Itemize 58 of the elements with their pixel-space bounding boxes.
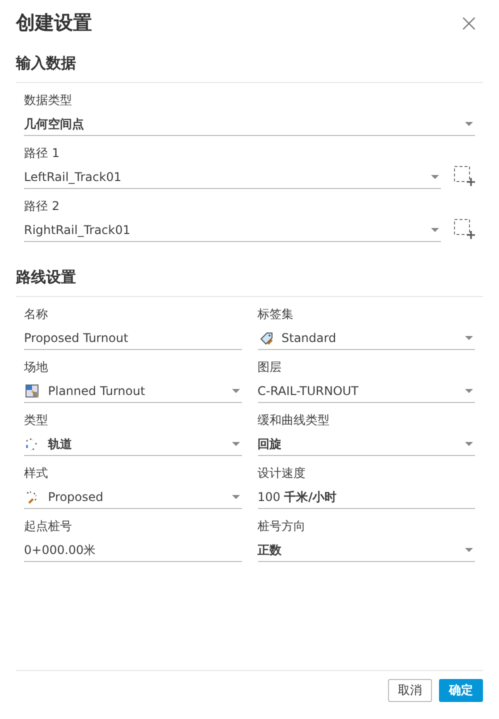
dropdown-field[interactable]: 回旋 (258, 433, 475, 456)
site-map-icon (24, 383, 40, 399)
section-title: 路线设置 (16, 260, 483, 297)
dropdown-field[interactable]: LeftRail_Track01 (24, 166, 441, 189)
field-value: C-RAIL-TURNOUT (258, 384, 360, 398)
caret-icon (465, 122, 473, 126)
field-value: 0+000.00米 (24, 542, 97, 558)
field-label: 场地 (24, 359, 49, 376)
field-label: 数据类型 (24, 92, 73, 109)
caret-icon (465, 548, 473, 552)
field-value: 正数 (258, 542, 282, 558)
field-value: Proposed Turnout (24, 331, 130, 345)
dropdown-field[interactable]: Proposed (24, 486, 242, 509)
select-object-icon[interactable] (453, 165, 475, 187)
field-label: 设计速度 (258, 465, 306, 482)
caret-icon (431, 175, 439, 179)
field-label: 起点桩号 (24, 518, 73, 535)
field-value: Planned Turnout (48, 384, 146, 398)
tag-icon (258, 330, 274, 346)
field-label: 桩号方向 (258, 518, 306, 535)
dialog-title: 创建设置 (16, 11, 92, 36)
caret-icon (465, 336, 473, 340)
dropdown-field[interactable]: C-RAIL-TURNOUT (258, 380, 475, 403)
caret-icon (431, 228, 439, 232)
dropdown-field[interactable]: Standard (258, 327, 475, 350)
field-value: LeftRail_Track01 (24, 170, 122, 184)
field-value: 回旋 (258, 436, 282, 452)
section-title: 输入数据 (16, 46, 483, 83)
field-label: 标签集 (258, 306, 294, 323)
field-label: 路径 2 (24, 198, 60, 215)
field-label: 名称 (24, 306, 49, 323)
close-button[interactable]: × (454, 11, 483, 35)
caret-icon (465, 389, 473, 393)
text-field[interactable]: 100 千米/小时 (258, 486, 475, 509)
field-label: 图层 (258, 359, 282, 376)
caret-icon (465, 442, 473, 446)
caret-icon (232, 442, 240, 446)
select-object-icon[interactable] (453, 218, 475, 240)
text-field[interactable]: Proposed Turnout (24, 327, 242, 350)
caret-icon (232, 389, 240, 393)
dropdown-field[interactable]: Planned Turnout (24, 380, 242, 403)
text-field[interactable]: 0+000.00米 (24, 539, 242, 562)
field-label: 类型 (24, 412, 49, 429)
field-label: 缓和曲线类型 (258, 412, 330, 429)
field-value: 几何空间点 (24, 116, 85, 132)
cancel-button[interactable]: 取消 (388, 679, 432, 702)
dropdown-field[interactable]: 几何空间点 (24, 113, 475, 136)
field-label: 样式 (24, 465, 49, 482)
dropdown-field[interactable]: 轨道 (24, 433, 242, 456)
field-value: 100 千米/小时 (258, 488, 338, 506)
field-value: RightRail_Track01 (24, 223, 132, 237)
dropdown-field[interactable]: RightRail_Track01 (24, 219, 441, 242)
field-label: 路径 1 (24, 145, 60, 162)
field-value: Proposed (48, 490, 104, 504)
caret-icon (232, 495, 240, 499)
dropdown-field[interactable]: 正数 (258, 539, 475, 562)
field-value: Standard (282, 331, 338, 345)
field-value: 轨道 (48, 436, 73, 452)
